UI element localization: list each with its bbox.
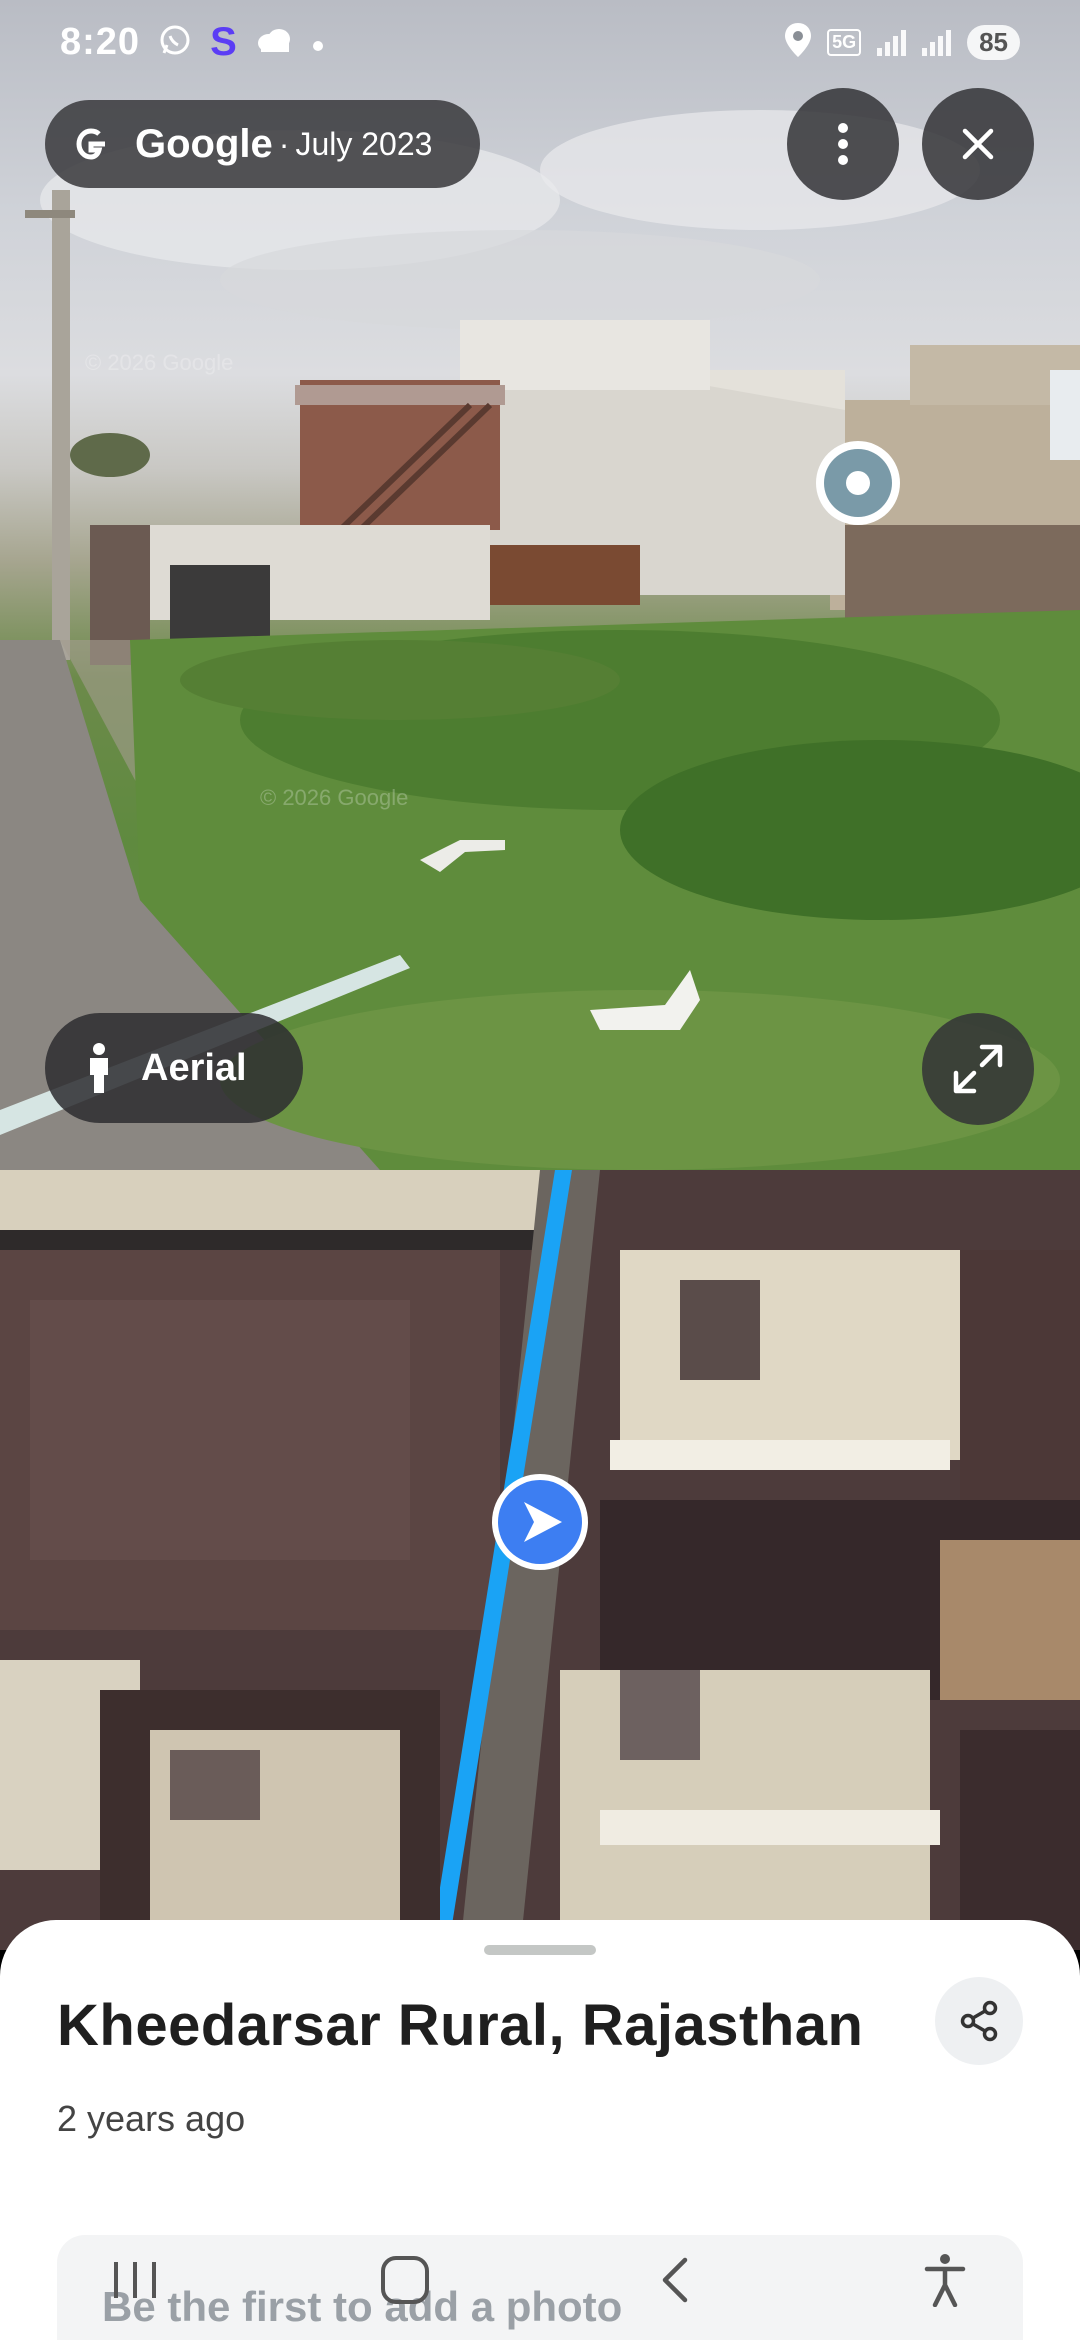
recents-icon bbox=[114, 2262, 156, 2298]
aerial-map[interactable] bbox=[0, 1170, 1080, 1950]
google-logo-icon bbox=[76, 128, 105, 160]
pegman-icon bbox=[90, 1043, 108, 1093]
sheet-drag-handle[interactable] bbox=[484, 1945, 596, 1955]
more-options-button[interactable] bbox=[787, 88, 899, 200]
back-button[interactable] bbox=[615, 2230, 735, 2330]
signal-icon bbox=[922, 28, 952, 56]
watermark-text: © 2026 Google bbox=[260, 785, 408, 810]
whatsapp-icon bbox=[158, 23, 192, 62]
place-subtitle: 2 years ago bbox=[57, 2098, 246, 2139]
close-button[interactable] bbox=[922, 88, 1034, 200]
aerial-button[interactable]: Aerial bbox=[45, 1013, 303, 1123]
capture-date: July 2023 bbox=[295, 125, 433, 162]
navigation-arrow-icon bbox=[492, 1474, 588, 1570]
signal-icon bbox=[877, 28, 907, 56]
aerial-button-label: Aerial bbox=[141, 1046, 247, 1089]
location-pin-icon bbox=[785, 22, 812, 62]
status-bar: 8:20 S 5G 85 bbox=[0, 0, 1080, 84]
back-icon bbox=[662, 2257, 688, 2303]
home-icon bbox=[381, 2256, 429, 2304]
share-icon bbox=[960, 2000, 998, 2042]
cloud-icon bbox=[255, 26, 293, 58]
recents-button[interactable] bbox=[75, 2230, 195, 2330]
attribution-pill[interactable]: Google · July 2023 bbox=[45, 100, 480, 188]
fullscreen-button[interactable] bbox=[922, 1013, 1034, 1125]
close-icon bbox=[962, 128, 994, 160]
attribution-brand: Google bbox=[135, 121, 273, 166]
home-button[interactable] bbox=[345, 2230, 465, 2330]
attribution-separator: · bbox=[278, 125, 290, 162]
network-type: 5G bbox=[827, 28, 862, 56]
accessibility-icon bbox=[924, 2254, 966, 2307]
notification-dot-icon bbox=[311, 26, 325, 58]
accessibility-button[interactable] bbox=[885, 2230, 1005, 2330]
status-left: 8:20 S bbox=[60, 20, 325, 65]
more-vert-icon bbox=[838, 123, 848, 165]
battery-indicator: 85 bbox=[967, 24, 1020, 60]
street-view-panorama[interactable]: © 2026 Google © 2026 Google 8:20 S 5G 85… bbox=[0, 0, 1080, 1170]
watermark-text: © 2026 Google bbox=[85, 350, 233, 375]
place-title: Kheedarsar Rural, Rajasthan bbox=[57, 1993, 864, 2058]
status-time: 8:20 bbox=[60, 20, 141, 63]
status-right: 5G 85 bbox=[785, 22, 1020, 62]
expand-icon bbox=[953, 1044, 1003, 1094]
share-button[interactable] bbox=[935, 1977, 1023, 2065]
app-s-icon: S bbox=[210, 19, 237, 64]
system-navigation-bar bbox=[0, 2220, 1080, 2340]
